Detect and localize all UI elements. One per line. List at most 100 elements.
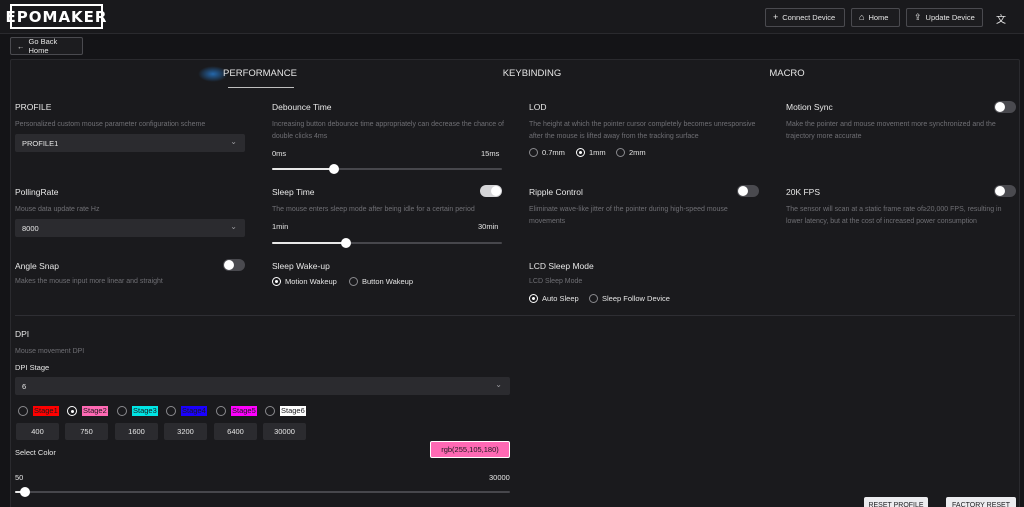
debounce-slider[interactable] <box>272 164 502 174</box>
tab-keybinding[interactable]: KEYBINDING <box>492 68 572 79</box>
debounce-desc: Increasing button debounce time appropri… <box>272 121 504 140</box>
dpi-value-input[interactable]: 400 <box>16 423 59 440</box>
active-tab-indicator <box>228 87 294 88</box>
stage5-option[interactable]: Stage5 <box>216 406 257 416</box>
fps20k-toggle[interactable] <box>994 185 1016 197</box>
polling-desc: Mouse data update rate Hz <box>15 206 100 213</box>
lod-option-0.7mm[interactable]: 0.7mm <box>529 148 565 157</box>
wakeup-option-label: Button Wakeup <box>362 277 414 286</box>
plus-icon: + <box>773 12 779 22</box>
toggle-knob <box>738 186 748 196</box>
toggle-knob <box>995 186 1005 196</box>
radio-icon <box>18 406 28 416</box>
chevron-down-icon: ⌄ <box>230 137 237 146</box>
ripple-desc: Eliminate wave-like jitter of the pointe… <box>529 206 728 225</box>
dpi-value-input[interactable]: 1600 <box>115 423 158 440</box>
stage3-option[interactable]: Stage3 <box>117 406 158 416</box>
lcd-option-label: Auto Sleep <box>542 294 579 303</box>
reset-profile-button[interactable]: RESET PROFILE <box>864 497 928 507</box>
radio-icon <box>265 406 275 416</box>
dpi-stage-value: 6 <box>22 381 27 391</box>
home-button[interactable]: ⌂ Home <box>851 8 900 27</box>
go-back-home-label: Go Back Home <box>28 37 58 55</box>
dpi-slider-thumb[interactable] <box>19 487 30 497</box>
dpi-value-input[interactable]: 3200 <box>164 423 207 440</box>
lod-option-label: 1mm <box>589 148 606 157</box>
fps20k-title: 20K FPS <box>786 187 821 197</box>
upload-icon: ⇪ <box>914 12 922 22</box>
angle-snap-desc: Makes the mouse input more linear and st… <box>15 278 163 285</box>
lcd-option-label: Sleep Follow Device <box>602 294 670 303</box>
dpi-max-label: 30000 <box>489 473 510 482</box>
arrow-left-icon: ← <box>17 41 25 51</box>
dpi-title: DPI <box>15 329 30 339</box>
debounce-max-label: 15ms <box>481 149 500 158</box>
polling-rate-value: 8000 <box>22 223 39 233</box>
color-picker[interactable]: rgb(255,105,180) <box>430 441 510 458</box>
sleep-time-slider-fill <box>272 242 346 244</box>
profile-select[interactable]: PROFILE1 ⌄ <box>15 134 245 152</box>
motion-sync-toggle[interactable] <box>994 101 1016 113</box>
dpi-desc: Mouse movement DPI <box>15 348 85 355</box>
radio-icon <box>589 294 598 303</box>
radio-icon <box>117 406 127 416</box>
stage1-option[interactable]: Stage1 <box>18 406 59 416</box>
connect-device-label: Connect Device <box>782 13 836 22</box>
stage4-option[interactable]: Stage4 <box>166 406 207 416</box>
lod-title: LOD <box>529 102 547 112</box>
radio-icon <box>529 148 538 157</box>
dpi-stage-select[interactable]: 6 ⌄ <box>15 377 510 395</box>
stage-color-label: Stage3 <box>132 406 158 416</box>
ripple-control-toggle[interactable] <box>737 185 759 197</box>
radio-icon <box>576 148 585 157</box>
lod-desc: The height at which the pointer cursor c… <box>529 121 756 140</box>
radio-icon <box>166 406 176 416</box>
select-color-label: Select Color <box>15 448 56 457</box>
dpi-value-input[interactable]: 750 <box>65 423 108 440</box>
lod-option-2mm[interactable]: 2mm <box>616 148 646 157</box>
profile-title: PROFILE <box>15 102 52 112</box>
tab-performance[interactable]: PERFORMANCE <box>220 68 300 79</box>
dpi-slider[interactable] <box>15 487 510 497</box>
update-device-button[interactable]: ⇪ Update Device <box>906 8 983 27</box>
button-wakeup-option[interactable]: Button Wakeup <box>349 277 413 286</box>
dpi-value-input[interactable]: 30000 <box>263 423 306 440</box>
wakeup-option-label: Motion Wakeup <box>285 277 337 286</box>
motion-wakeup-option[interactable]: Motion Wakeup <box>272 277 337 286</box>
sleep-time-toggle[interactable] <box>480 185 502 197</box>
epomaker-logo[interactable]: EPOMAKER <box>6 4 106 29</box>
lod-option-1mm[interactable]: 1mm <box>576 148 606 157</box>
lod-option-label: 0.7mm <box>542 148 565 157</box>
polling-rate-select[interactable]: 8000 ⌄ <box>15 219 245 237</box>
polling-title: PollingRate <box>15 187 59 197</box>
radio-icon <box>216 406 226 416</box>
motion-sync-title: Motion Sync <box>786 102 833 112</box>
sleep-follow-device-option[interactable]: Sleep Follow Device <box>589 294 670 303</box>
translate-icon[interactable]: 文 <box>996 11 1006 26</box>
stage6-option[interactable]: Stage6 <box>265 406 306 416</box>
debounce-slider-fill <box>272 168 335 170</box>
angle-snap-title: Angle Snap <box>15 261 59 271</box>
stage-color-label: Stage5 <box>231 406 257 416</box>
profile-desc: Personalized custom mouse parameter conf… <box>15 121 206 128</box>
radio-icon <box>272 277 281 286</box>
profile-value: PROFILE1 <box>22 138 59 148</box>
chevron-down-icon: ⌄ <box>230 222 237 231</box>
auto-sleep-option[interactable]: Auto Sleep <box>529 294 579 303</box>
sleep-time-slider[interactable] <box>272 238 502 248</box>
angle-snap-toggle[interactable] <box>223 259 245 271</box>
stage2-option[interactable]: Stage2 <box>67 406 108 416</box>
tab-macro[interactable]: MACRO <box>747 68 827 79</box>
connect-device-button[interactable]: + Connect Device <box>765 8 845 27</box>
debounce-min-label: 0ms <box>272 149 287 158</box>
radio-icon <box>529 294 538 303</box>
chevron-down-icon: ⌄ <box>495 380 502 389</box>
go-back-home-button[interactable]: ← Go Back Home <box>10 37 83 55</box>
sleep-time-max-label: 30min <box>478 222 499 231</box>
dpi-value-input[interactable]: 6400 <box>214 423 257 440</box>
top-bar: EPOMAKER + Connect Device ⌂ Home ⇪ Updat… <box>0 0 1024 34</box>
factory-reset-button[interactable]: FACTORY RESET <box>946 497 1016 507</box>
lcd-desc: LCD Sleep Mode <box>529 278 583 285</box>
sleep-time-slider-thumb[interactable] <box>340 238 351 248</box>
toggle-knob <box>491 186 501 196</box>
